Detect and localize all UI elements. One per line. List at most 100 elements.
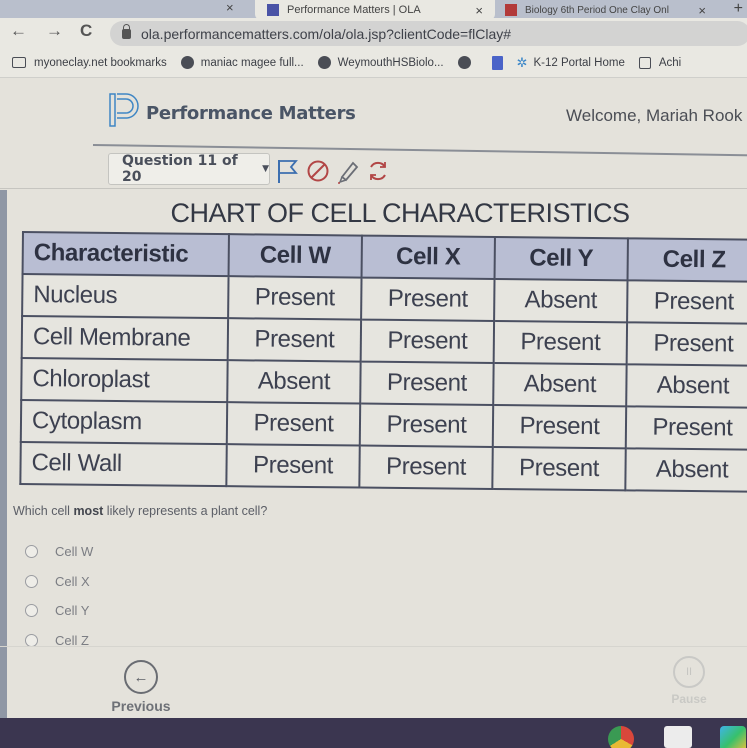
table-cell: Present [492, 446, 626, 491]
header-characteristic: Characteristic [22, 232, 229, 277]
tab-biology[interactable]: Biology 6th Period One Clay Onl × [495, 0, 720, 20]
table-cell: Present [226, 402, 361, 446]
radio-button[interactable] [25, 633, 38, 647]
bookmark-myoneclay[interactable]: myoneclay.net bookmarks [12, 57, 167, 69]
content-divider [0, 188, 747, 189]
table-cell: Absent [227, 360, 361, 404]
table-row: Cell Wall Present Present Present Absent [20, 441, 747, 492]
question-selector[interactable]: Question 11 of 20 ▼ [108, 153, 270, 185]
globe-icon [180, 56, 194, 69]
folder-icon [12, 57, 26, 68]
address-bar[interactable]: ola.performancematters.com/ola/ola.jsp?c… [110, 21, 747, 46]
pause-button[interactable]: II Pause [664, 656, 714, 706]
bookmark-doc[interactable] [491, 55, 503, 70]
close-icon[interactable]: × [698, 3, 706, 18]
bookmark-maniac-magee[interactable]: maniac magee full... [180, 56, 304, 69]
table-cell: Present [625, 406, 747, 450]
play-store-icon[interactable] [720, 726, 746, 748]
bookmark-label: maniac magee full... [200, 56, 304, 69]
answer-options: Cell W Cell X Cell Y Cell Z [25, 537, 93, 655]
answer-option-cell-y[interactable]: Cell Y [25, 596, 93, 626]
tab-performance-matters[interactable]: Performance Matters | OLA × [255, 0, 495, 20]
table-cell: Present [228, 276, 362, 320]
reload-icon[interactable]: C [80, 21, 92, 41]
tab-strip: × Performance Matters | OLA × Biology 6t… [0, 0, 747, 20]
tab-title: Performance Matters | OLA [287, 4, 421, 16]
bookmark-weymouth[interactable]: WeymouthHSBiolo... [317, 56, 444, 69]
eliminate-icon[interactable] [306, 158, 330, 184]
bookmark-label: myoneclay.net bookmarks [34, 56, 167, 69]
previous-button[interactable]: ← Previous [108, 660, 174, 714]
doc-icon [491, 55, 503, 70]
new-tab-button[interactable]: + [734, 0, 743, 18]
table-cell: Present [227, 318, 362, 362]
chart-title: CHART OF CELL CHARACTERISTICS [170, 198, 630, 228]
question-text: likely represents a plant cell? [103, 504, 268, 518]
radio-button[interactable] [25, 604, 38, 618]
answer-option-cell-z[interactable]: Cell Z [25, 626, 93, 656]
question-prompt: Which cell most likely represents a plan… [13, 504, 267, 518]
previous-label: Previous [111, 698, 171, 714]
bookmark-label: Achi [658, 56, 682, 69]
globe-icon [457, 56, 471, 69]
forward-arrow-icon[interactable]: → [46, 21, 63, 41]
pause-label: Pause [671, 692, 707, 706]
close-icon[interactable]: × [226, 0, 234, 15]
flag-icon[interactable] [276, 158, 300, 184]
table-cell: Present [361, 277, 495, 321]
bookmark-label: K-12 Portal Home [533, 56, 625, 69]
os-shelf [0, 718, 747, 748]
back-arrow-icon: ← [124, 660, 158, 694]
table-cell: Absent [625, 448, 747, 492]
back-arrow-icon[interactable]: ← [10, 21, 27, 41]
table-cell: Present [627, 280, 747, 324]
table-cell: Present [493, 320, 628, 365]
question-text: Which cell [13, 504, 74, 518]
question-tools [276, 158, 390, 184]
radio-button[interactable] [25, 574, 38, 588]
question-selector-label: Question 11 of 20 [122, 153, 238, 185]
table-cell: Present [359, 403, 494, 447]
option-label: Cell W [55, 544, 94, 560]
radio-button[interactable] [25, 545, 38, 559]
row-label: Nucleus [22, 274, 229, 319]
favicon-icon [267, 4, 279, 16]
header-cell-y: Cell Y [494, 236, 628, 281]
bookmark-globe[interactable] [457, 56, 478, 69]
header-cell-x: Cell X [361, 235, 495, 279]
welcome-text: Welcome, Mariah Rook [566, 106, 743, 125]
close-icon[interactable]: × [475, 3, 483, 18]
footer-divider [0, 646, 747, 647]
bookmarks-bar: myoneclay.net bookmarks maniac magee ful… [0, 48, 747, 78]
row-label: Chloroplast [21, 358, 228, 403]
option-label: Cell Y [55, 603, 90, 619]
reset-icon[interactable] [366, 158, 390, 184]
bookmark-k12-portal[interactable]: ✲ K-12 Portal Home [517, 55, 625, 71]
table-cell: Present [626, 322, 747, 366]
table-cell: Absent [494, 278, 628, 323]
chrome-icon[interactable] [608, 726, 634, 748]
table-cell: Present [360, 361, 494, 405]
header-cell-w: Cell W [228, 234, 362, 278]
answer-option-cell-w[interactable]: Cell W [25, 537, 93, 567]
table-cell: Present [359, 445, 493, 489]
brand-name: Performance Matters [146, 103, 356, 124]
performance-matters-logo [109, 93, 139, 127]
favicon-icon [505, 4, 517, 16]
app-page: Performance Matters Welcome, Mariah Rook… [0, 78, 747, 720]
left-edge [0, 190, 7, 720]
row-label: Cell Membrane [21, 316, 229, 361]
cell-characteristics-table: Characteristic Cell W Cell X Cell Y Cell… [19, 231, 747, 493]
browser-toolbar: ← → C ola.performancematters.com/ola/ola… [0, 18, 747, 48]
lock-icon [122, 23, 131, 39]
pause-icon: II [673, 656, 705, 688]
k12-icon: ✲ [516, 54, 528, 70]
highlighter-icon[interactable] [336, 158, 360, 184]
answer-option-cell-x[interactable]: Cell X [25, 567, 93, 597]
gmail-icon[interactable] [664, 726, 692, 748]
bookmark-achieve[interactable]: Achi [638, 56, 682, 69]
table-cell: Present [226, 444, 360, 488]
table-cell: Absent [626, 364, 747, 408]
table-cell: Present [492, 404, 627, 449]
chevron-down-icon: ▼ [262, 164, 269, 174]
